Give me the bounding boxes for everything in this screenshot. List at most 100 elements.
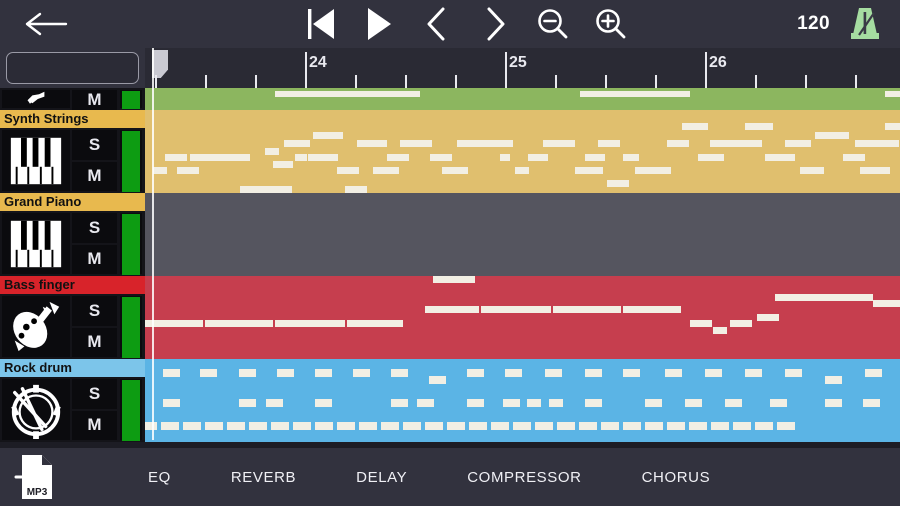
play-button[interactable] [358,3,400,45]
midi-note[interactable] [190,154,250,161]
fx-compressor[interactable]: COMPRESSOR [437,469,611,486]
solo-button[interactable]: S [72,213,117,243]
fx-chorus[interactable]: CHORUS [612,469,741,486]
volume-meter[interactable] [120,379,142,441]
midi-note[interactable] [315,399,332,407]
instrument-icon-button[interactable] [2,213,70,274]
midi-note[interactable] [745,123,773,130]
midi-note[interactable] [665,369,682,377]
midi-note[interactable] [711,422,729,430]
zoom-out-button[interactable] [532,3,574,45]
track-clip-lane[interactable] [145,110,900,193]
midi-note[interactable] [527,399,541,407]
midi-note[interactable] [513,422,531,430]
track-name-label[interactable]: Rock drum [0,359,145,377]
midi-note[interactable] [313,132,343,139]
midi-note[interactable] [240,186,292,193]
midi-note[interactable] [417,399,434,407]
track-clip-lane[interactable] [145,276,900,359]
midi-note[interactable] [284,140,310,147]
midi-note[interactable] [145,320,203,327]
midi-note[interactable] [145,422,157,430]
track-name-label[interactable]: Synth Strings [0,110,145,128]
midi-note[interactable] [667,140,689,147]
midi-note[interactable] [277,369,294,377]
midi-note[interactable] [635,167,671,174]
midi-note[interactable] [705,369,722,377]
midi-note[interactable] [266,399,283,407]
midi-note[interactable] [381,422,399,430]
midi-note[interactable] [400,140,432,147]
midi-note[interactable] [491,422,509,430]
midi-note[interactable] [505,369,522,377]
midi-note[interactable] [308,154,338,161]
midi-note[interactable] [239,369,256,377]
timeline-ruler[interactable]: 24 25 26 [145,48,900,88]
midi-note[interactable] [293,422,311,430]
track-name-label[interactable]: Grand Piano [0,193,145,211]
midi-note[interactable] [337,422,355,430]
fx-eq[interactable]: EQ [118,469,201,486]
midi-note[interactable] [315,369,332,377]
volume-meter[interactable] [120,90,142,109]
track-clip-lane[interactable] [145,193,900,276]
midi-note[interactable] [860,167,890,174]
midi-note[interactable] [249,422,267,430]
back-button[interactable] [0,0,92,48]
volume-meter[interactable] [120,213,142,275]
midi-note[interactable] [357,140,387,147]
fx-delay[interactable]: DELAY [326,469,437,486]
midi-note[interactable] [503,399,520,407]
midi-note[interactable] [275,320,345,327]
midi-note[interactable] [777,422,795,430]
midi-note[interactable] [429,376,446,384]
instrument-icon-button[interactable] [2,90,70,108]
midi-note[interactable] [205,320,273,327]
midi-note[interactable] [585,154,605,161]
midi-note[interactable] [481,306,551,313]
midi-note[interactable] [873,300,900,307]
instrument-icon-button[interactable] [2,379,70,440]
midi-note[interactable] [239,399,256,407]
midi-note[interactable] [442,167,468,174]
midi-note[interactable] [713,327,727,334]
midi-note[interactable] [757,314,779,321]
mute-button[interactable]: M [72,410,117,440]
mute-button[interactable]: M [72,90,117,110]
midi-note[interactable] [623,422,641,430]
midi-note[interactable] [153,167,167,174]
midi-note[interactable] [885,123,900,130]
midi-note[interactable] [433,276,475,283]
midi-note[interactable] [785,140,811,147]
midi-note[interactable] [575,167,603,174]
instrument-icon-button[interactable] [2,296,70,357]
midi-note[interactable] [359,422,377,430]
solo-button[interactable]: S [72,130,117,160]
midi-note[interactable] [345,186,367,193]
volume-meter[interactable] [120,130,142,192]
playhead-handle[interactable] [152,50,168,78]
midi-note[interactable] [855,140,899,147]
skip-to-start-button[interactable] [300,3,342,45]
midi-note[interactable] [863,399,880,407]
midi-note[interactable] [535,422,553,430]
midi-note[interactable] [690,320,712,327]
midi-note[interactable] [689,422,707,430]
midi-note[interactable] [745,369,762,377]
previous-button[interactable] [416,3,458,45]
midi-note[interactable] [755,422,773,430]
midi-note[interactable] [623,154,639,161]
midi-note[interactable] [725,399,742,407]
midi-note[interactable] [165,154,187,161]
midi-note[interactable] [467,369,484,377]
midi-note[interactable] [391,369,408,377]
midi-note[interactable] [515,167,529,174]
midi-note[interactable] [580,91,690,97]
midi-note[interactable] [733,422,751,430]
midi-note[interactable] [800,167,824,174]
midi-note[interactable] [183,422,201,430]
midi-note[interactable] [607,180,629,187]
midi-note[interactable] [467,399,484,407]
midi-note[interactable] [645,422,663,430]
midi-note[interactable] [545,369,562,377]
